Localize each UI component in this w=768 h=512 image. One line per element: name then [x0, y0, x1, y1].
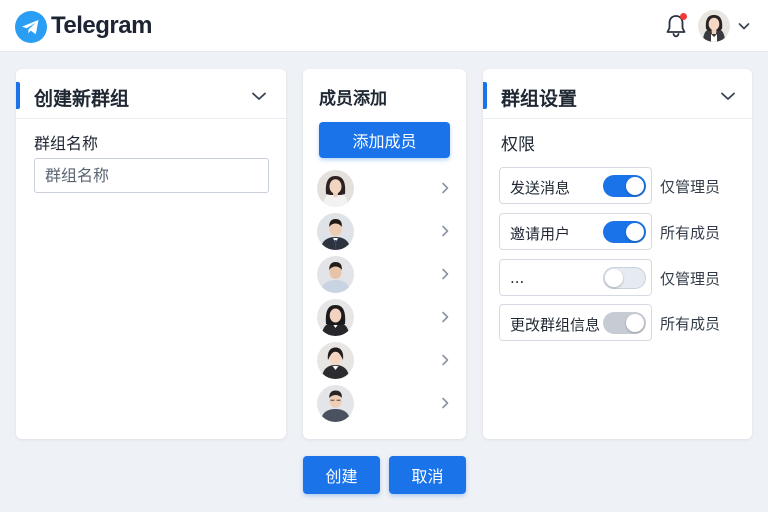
- panel-divider: [483, 118, 752, 119]
- panel-divider: [16, 118, 286, 119]
- chevron-down-icon[interactable]: [250, 87, 268, 105]
- panel-title: 成员添加: [319, 89, 387, 109]
- add-members-panel: 成员添加 添加成员: [303, 69, 466, 439]
- chevron-right-icon[interactable]: [438, 224, 452, 238]
- create-group-panel: 创建新群组 群组名称: [16, 69, 286, 439]
- chevron-right-icon[interactable]: [438, 310, 452, 324]
- panel-title: 群组设置: [501, 88, 578, 110]
- chevron-right-icon[interactable]: [438, 353, 452, 367]
- chevron-right-icon[interactable]: [438, 181, 452, 195]
- toggle-knob: [605, 269, 623, 287]
- permission-label: ...: [510, 269, 525, 287]
- top-bar: Telegram: [0, 0, 768, 52]
- toggle-knob: [626, 223, 644, 241]
- male-avatar: [317, 256, 354, 293]
- panel-accent-bar: [16, 82, 20, 109]
- list-item[interactable]: [317, 342, 453, 380]
- telegram-logo-icon[interactable]: [15, 11, 47, 43]
- permission-scope[interactable]: 仅管理员: [660, 268, 720, 289]
- user-avatar[interactable]: [698, 10, 730, 42]
- permission-row: 邀请用户: [499, 213, 652, 250]
- permission-scope[interactable]: 所有成员: [660, 222, 720, 243]
- male-avatar: [317, 385, 354, 422]
- toggle-knob: [626, 314, 644, 332]
- permission-label: 发送消息: [510, 179, 571, 197]
- permission-row: 更改群组信息: [499, 304, 652, 341]
- list-item[interactable]: [317, 170, 453, 208]
- permission-scope[interactable]: 仅管理员: [660, 176, 720, 197]
- permissions-heading: 权限: [501, 135, 535, 155]
- toggle-knob: [626, 177, 644, 195]
- panel-accent-bar: [483, 82, 487, 109]
- female-avatar: [317, 342, 354, 379]
- chevron-right-icon[interactable]: [438, 396, 452, 410]
- app-title: Telegram: [51, 12, 152, 39]
- permission-toggle[interactable]: [603, 221, 646, 243]
- list-item[interactable]: [317, 385, 453, 423]
- female-avatar: [317, 299, 354, 336]
- permission-label: 邀请用户: [510, 225, 571, 243]
- permission-label: 更改群组信息: [510, 316, 601, 334]
- permission-row: ...: [499, 259, 652, 296]
- female-avatar: [317, 170, 354, 207]
- group-name-input[interactable]: [34, 158, 269, 193]
- create-button[interactable]: 创建: [303, 456, 380, 494]
- permission-toggle[interactable]: [603, 312, 646, 334]
- permission-row: 发送消息: [499, 167, 652, 204]
- permission-toggle[interactable]: [603, 175, 646, 197]
- add-member-button[interactable]: 添加成员: [319, 122, 450, 158]
- list-item[interactable]: [317, 299, 453, 337]
- male-avatar: [317, 213, 354, 250]
- list-item[interactable]: [317, 213, 453, 251]
- chevron-down-icon[interactable]: [719, 87, 737, 105]
- permission-toggle[interactable]: [603, 267, 646, 289]
- cancel-button[interactable]: 取消: [389, 456, 466, 494]
- permission-scope[interactable]: 所有成员: [660, 313, 720, 334]
- chevron-right-icon[interactable]: [438, 267, 452, 281]
- group-settings-panel: 群组设置 权限 发送消息 仅管理员 邀请用户 所有成员 ... 仅管理员 更改群…: [483, 69, 752, 439]
- notification-dot: [680, 13, 687, 20]
- chevron-down-icon[interactable]: [737, 19, 751, 33]
- list-item[interactable]: [317, 256, 453, 294]
- panel-title: 创建新群组: [34, 88, 130, 110]
- group-name-label: 群组名称: [34, 134, 99, 153]
